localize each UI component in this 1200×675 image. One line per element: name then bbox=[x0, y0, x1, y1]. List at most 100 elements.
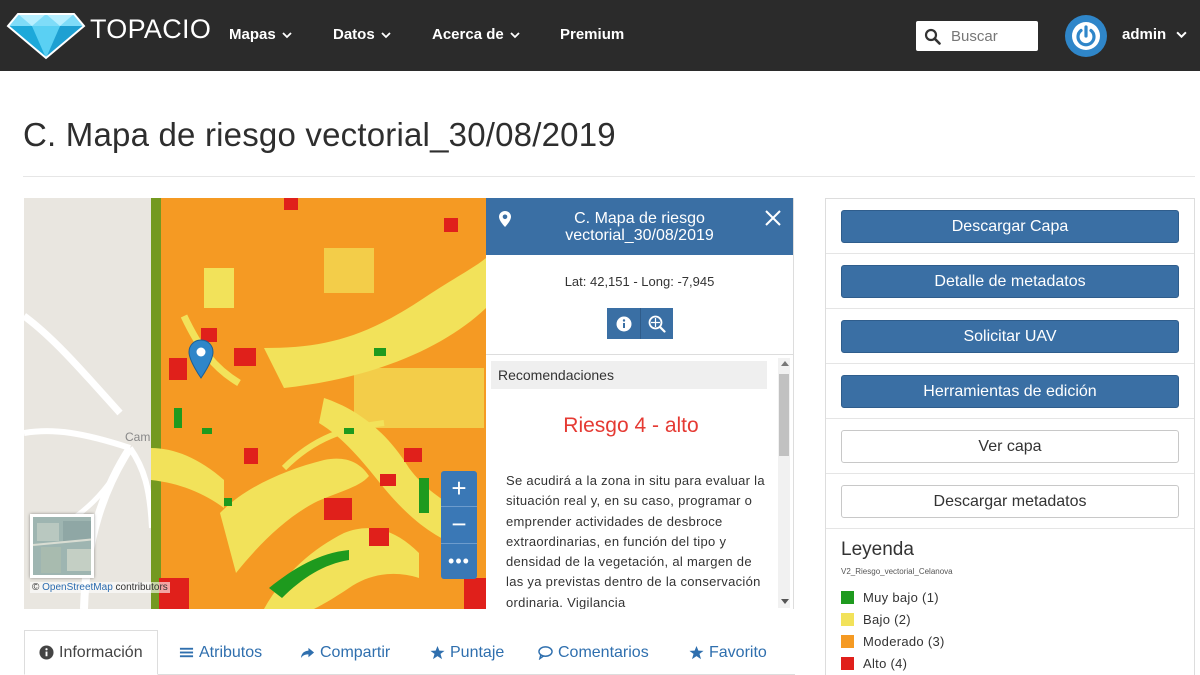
legend-item: Muy bajo (1) bbox=[841, 590, 953, 605]
zoom-to-feature-button[interactable] bbox=[640, 308, 673, 339]
tab-favorito-label: Favorito bbox=[709, 643, 767, 661]
copyright-symbol: © bbox=[32, 582, 40, 593]
tab-comentarios-label: Comentarios bbox=[558, 643, 649, 661]
action-row: Herramientas de edición bbox=[826, 364, 1194, 419]
legend-item: Bajo (2) bbox=[841, 612, 953, 627]
chevron-down-icon bbox=[282, 31, 292, 38]
scroll-down-arrow-icon[interactable] bbox=[781, 599, 789, 604]
nav-premium-label: Premium bbox=[560, 26, 625, 43]
title-divider bbox=[23, 176, 1195, 177]
edit-tools-button[interactable]: Herramientas de edición bbox=[841, 375, 1179, 408]
map-marker-icon[interactable] bbox=[188, 339, 214, 379]
risk-level: Riesgo 4 - alto bbox=[563, 414, 699, 437]
download-layer-button[interactable]: Descargar Capa bbox=[841, 210, 1179, 243]
legend-swatch bbox=[841, 591, 854, 604]
page-title: C. Mapa de riesgo vectorial_30/08/2019 bbox=[23, 116, 616, 153]
location-marker-icon bbox=[499, 211, 511, 227]
legend-item-label: Muy bajo (1) bbox=[863, 590, 939, 605]
search-icon bbox=[924, 28, 941, 45]
download-metadata-button[interactable]: Descargar metadatos bbox=[841, 485, 1179, 518]
tab-puntaje[interactable]: Puntaje bbox=[430, 630, 504, 675]
star-icon bbox=[430, 645, 445, 660]
search-box[interactable] bbox=[916, 21, 1038, 51]
nav-mapas-label: Mapas bbox=[229, 26, 276, 43]
legend-item-label: Moderado (3) bbox=[863, 634, 945, 649]
feature-info-popup: C. Mapa de riesgo vectorial_30/08/2019 L… bbox=[486, 198, 794, 609]
recommendations-text: Se acudirá a la zona in situ para evalua… bbox=[506, 473, 765, 609]
request-uav-button[interactable]: Solicitar UAV bbox=[841, 320, 1179, 353]
map-place-label: Cam bbox=[125, 430, 151, 444]
comment-icon bbox=[538, 646, 553, 660]
legend-item-label: Alto (4) bbox=[863, 656, 908, 671]
chevron-down-icon bbox=[1176, 31, 1187, 39]
legend-swatch bbox=[841, 657, 854, 670]
tab-compartir-label: Compartir bbox=[320, 643, 391, 661]
metadata-detail-button[interactable]: Detalle de metadatos bbox=[841, 265, 1179, 298]
legend: Leyenda V2_Riesgo_vectorial_Celanova Muy… bbox=[841, 539, 953, 671]
tab-comentarios[interactable]: Comentarios bbox=[538, 630, 649, 675]
legend-layer-name: V2_Riesgo_vectorial_Celanova bbox=[841, 567, 953, 576]
nav-datos[interactable]: Datos bbox=[333, 26, 391, 43]
tab-atributos[interactable]: Atributos bbox=[179, 630, 262, 675]
chevron-down-icon bbox=[510, 31, 520, 38]
popup-scrollbar[interactable] bbox=[778, 358, 790, 608]
user-name: admin bbox=[1122, 26, 1167, 43]
popup-header: C. Mapa de riesgo vectorial_30/08/2019 bbox=[486, 198, 793, 255]
legend-swatch bbox=[841, 613, 854, 626]
tab-informacion[interactable]: Información bbox=[24, 630, 158, 675]
legend-item-label: Bajo (2) bbox=[863, 612, 911, 627]
popup-divider bbox=[486, 354, 793, 355]
share-icon bbox=[300, 647, 315, 659]
view-layer-button[interactable]: Ver capa bbox=[841, 430, 1179, 463]
search-input[interactable] bbox=[951, 27, 1036, 45]
action-row: Ver capa bbox=[826, 419, 1194, 474]
action-row: Descargar metadatos bbox=[826, 474, 1194, 529]
info-icon bbox=[39, 645, 54, 660]
nav-mapas[interactable]: Mapas bbox=[229, 26, 292, 43]
popup-title: C. Mapa de riesgo vectorial_30/08/2019 bbox=[565, 209, 714, 244]
tab-compartir[interactable]: Compartir bbox=[300, 630, 390, 675]
tab-informacion-label: Información bbox=[59, 643, 143, 661]
info-icon bbox=[616, 316, 631, 331]
user-menu[interactable]: admin bbox=[1122, 26, 1187, 43]
brand-name[interactable]: TOPACIO bbox=[90, 14, 211, 45]
action-row: Descargar Capa bbox=[826, 199, 1194, 254]
zoom-in-button[interactable]: + bbox=[441, 471, 477, 508]
action-row: Solicitar UAV bbox=[826, 309, 1194, 364]
actions-panel: Descargar Capa Detalle de metadatos Soli… bbox=[825, 198, 1195, 675]
nav-acerca-de[interactable]: Acerca de bbox=[432, 26, 520, 43]
action-row: Detalle de metadatos bbox=[826, 254, 1194, 309]
nav-acerca-de-label: Acerca de bbox=[432, 26, 504, 43]
osm-link[interactable]: OpenStreetMap bbox=[42, 582, 113, 593]
zoom-out-button[interactable]: − bbox=[441, 507, 477, 544]
more-options-button[interactable]: ••• bbox=[441, 544, 477, 579]
tab-favorito[interactable]: Favorito bbox=[689, 630, 767, 675]
zoom-globe-icon bbox=[648, 315, 666, 333]
satellite-thumbnail-icon bbox=[33, 517, 91, 575]
recommendations-heading: Recomendaciones bbox=[491, 361, 767, 389]
scrollbar-thumb[interactable] bbox=[779, 374, 789, 456]
legend-item: Alto (4) bbox=[841, 656, 953, 671]
map-zoom-controls: + − ••• bbox=[441, 471, 477, 579]
map-view[interactable]: Cam © OpenStreetMap contributors + − ••• bbox=[24, 198, 486, 609]
basemap-switcher-thumbnail[interactable] bbox=[30, 514, 94, 578]
map-attribution: © OpenStreetMap contributors bbox=[30, 582, 170, 593]
scroll-up-arrow-icon[interactable] bbox=[781, 361, 789, 366]
detail-tabs: Información Atributos Compartir Puntaje … bbox=[24, 630, 795, 675]
legend-items: Muy bajo (1) Bajo (2) Moderado (3) Alto … bbox=[841, 590, 953, 671]
avatar[interactable] bbox=[1065, 15, 1107, 57]
tab-atributos-label: Atributos bbox=[199, 643, 263, 661]
diamond-logo-icon[interactable] bbox=[6, 4, 86, 60]
top-navbar: TOPACIO Mapas Datos Acerca de Premium ad… bbox=[0, 0, 1200, 71]
legend-item: Moderado (3) bbox=[841, 634, 953, 649]
info-button[interactable] bbox=[607, 308, 640, 339]
chevron-down-icon bbox=[381, 31, 391, 38]
close-icon[interactable] bbox=[763, 208, 783, 228]
legend-swatch bbox=[841, 635, 854, 648]
tab-puntaje-label: Puntaje bbox=[450, 643, 505, 661]
popup-action-buttons bbox=[607, 308, 673, 339]
nav-datos-label: Datos bbox=[333, 26, 375, 43]
legend-title: Leyenda bbox=[841, 539, 914, 560]
popup-coordinates: Lat: 42,151 - Long: -7,945 bbox=[564, 274, 715, 289]
nav-premium[interactable]: Premium bbox=[560, 26, 624, 43]
